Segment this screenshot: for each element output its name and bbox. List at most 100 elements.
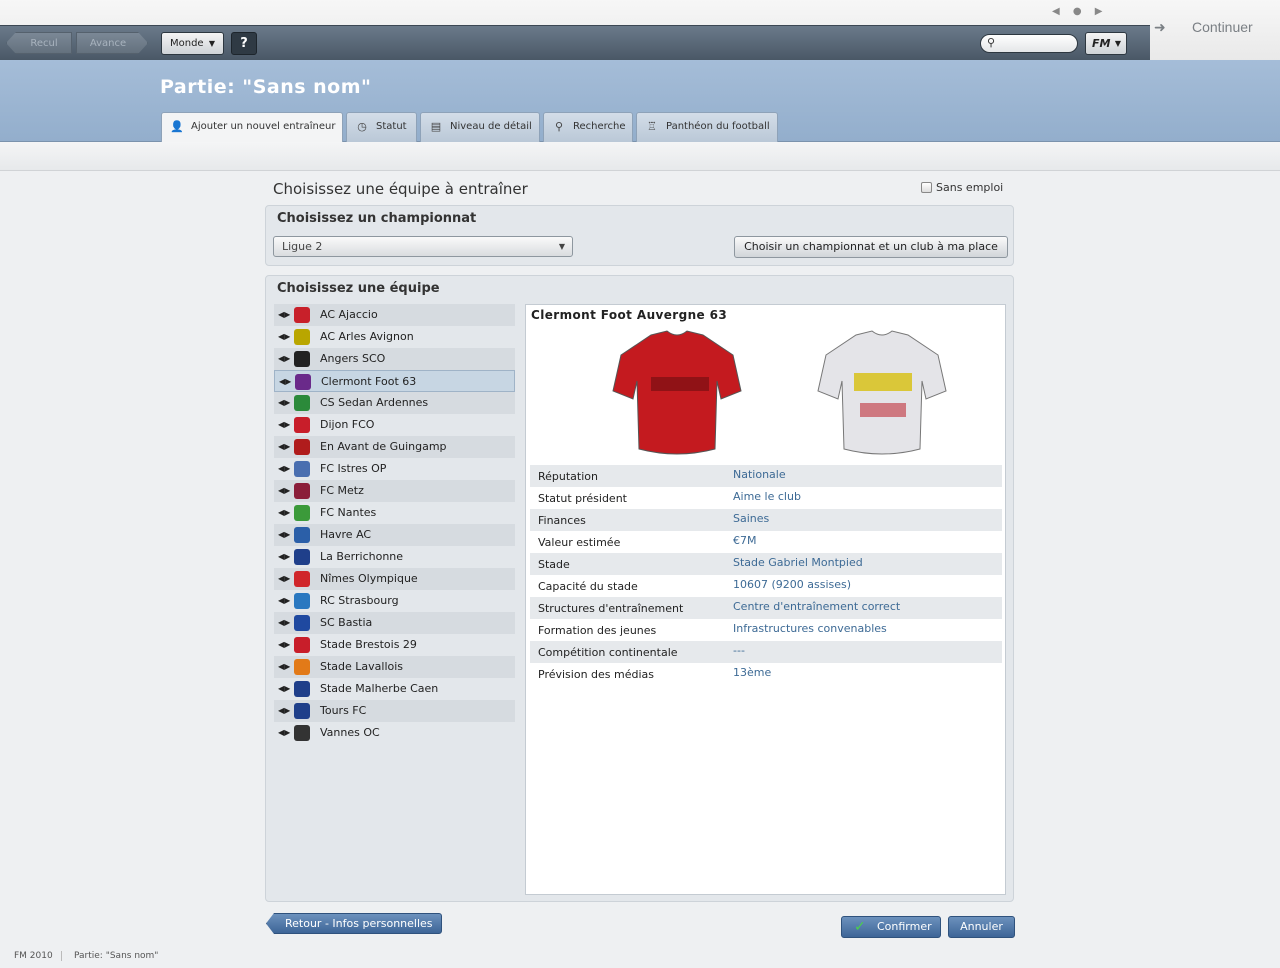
property-key: Compétition continentale [538,646,678,659]
property-value[interactable]: Saines [733,512,769,525]
chevron-down-icon: ▼ [558,242,565,251]
property-value[interactable]: Centre d'entraînement correct [733,600,900,613]
status-app: FM 2010 [14,951,62,961]
tab-status[interactable]: ◷ Statut [346,112,417,142]
tab-add-manager[interactable]: 👤 Ajouter un nouvel entraîneur [161,112,343,143]
expand-icon[interactable]: ◀▶ [278,414,290,436]
team-row[interactable]: ◀▶ Dijon FCO [274,414,515,436]
expand-icon[interactable]: ◀▶ [278,612,290,634]
fm-menu-button[interactable]: FM ▼ [1085,32,1127,55]
home-kit-image [612,330,742,455]
property-value[interactable]: Stade Gabriel Montpied [733,556,863,569]
team-row[interactable]: ◀▶ Stade Malherbe Caen [274,678,515,700]
club-crest-icon [294,725,310,741]
expand-icon[interactable]: ◀▶ [278,634,290,656]
property-value[interactable]: --- [733,644,745,657]
check-icon: ✓ [854,919,866,935]
team-name: Vannes OC [320,726,380,739]
property-value[interactable]: Nationale [733,468,786,481]
team-panel-title: Choisissez une équipe [277,281,440,296]
league-select[interactable]: Ligue 2 ▼ [273,236,573,257]
expand-icon[interactable]: ◀▶ [278,590,290,612]
team-row[interactable]: ◀▶ Stade Lavallois [274,656,515,678]
expand-icon[interactable]: ◀▶ [278,546,290,568]
back-personal-info-button[interactable]: Retour - Infos personnelles [266,913,442,934]
tab-hall-of-fame[interactable]: ♖ Panthéon du football [636,112,778,142]
back-button[interactable]: Recul [6,32,72,54]
expand-icon[interactable]: ◀▶ [278,392,290,414]
expand-icon[interactable]: ◀▶ [278,656,290,678]
team-row[interactable]: ◀▶ Stade Brestois 29 [274,634,515,656]
expand-icon[interactable]: ◀▶ [278,700,290,722]
world-menu-button[interactable]: Monde ▼ [161,32,224,55]
expand-icon[interactable]: ◀▶ [278,348,290,370]
club-crest-icon [294,549,310,565]
team-row[interactable]: ◀▶ FC Metz [274,480,515,502]
team-row[interactable]: ◀▶ AC Arles Avignon [274,326,515,348]
team-row[interactable]: ◀▶ Havre AC [274,524,515,546]
tab-search[interactable]: ⚲ Recherche [543,112,633,142]
expand-icon[interactable]: ◀▶ [278,436,290,458]
unemployed-checkbox[interactable]: Sans emploi [921,181,1003,194]
property-row: Structures d'entraînement Centre d'entraî… [530,597,1002,619]
property-key: Structures d'entraînement [538,602,684,615]
property-value[interactable]: 13ème [733,666,771,679]
club-crest-icon [294,703,310,719]
expand-icon[interactable]: ◀▶ [278,326,290,348]
team-panel: Choisissez une équipe ◀▶ AC Ajaccio ◀▶ AC A… [265,275,1014,902]
team-row[interactable]: ◀▶ SC Bastia [274,612,515,634]
unemployed-label: Sans emploi [936,181,1004,194]
property-row: Valeur estimée €7M [530,531,1002,553]
property-value[interactable]: 10607 (9200 assises) [733,578,851,591]
forward-button[interactable]: Avance [76,32,148,54]
team-name: Angers SCO [320,352,386,365]
random-choice-button[interactable]: Choisir un championnat et un club à ma p… [734,236,1008,258]
team-row[interactable]: ◀▶ FC Istres OP [274,458,515,480]
club-crest-icon [294,681,310,697]
expand-icon[interactable]: ◀▶ [278,524,290,546]
club-crest-icon [294,461,310,477]
club-name: Clermont Foot Auvergne 63 [531,308,728,322]
property-value[interactable]: Aime le club [733,490,801,503]
expand-icon[interactable]: ◀▶ [278,304,290,326]
search-input[interactable]: ⚲ [980,34,1078,53]
expand-icon[interactable]: ◀▶ [278,502,290,524]
team-row[interactable]: ◀▶ AC Ajaccio [274,304,515,326]
club-crest-icon [295,374,311,390]
history-arrows[interactable]: ◀ ● ▶ [1052,6,1107,17]
team-name: Stade Lavallois [320,660,404,673]
checkbox-box[interactable] [921,182,932,193]
confirm-button[interactable]: ✓ Confirmer [841,916,941,938]
team-row[interactable]: ◀▶ Angers SCO [274,348,515,370]
expand-icon[interactable]: ◀▶ [278,722,290,744]
expand-icon[interactable]: ◀▶ [278,568,290,590]
team-row[interactable]: ◀▶ Nîmes Olympique [274,568,515,590]
club-crest-icon [294,593,310,609]
tab-label: Ajouter un nouvel entraîneur [191,121,336,132]
property-row: Réputation Nationale [530,465,1002,487]
property-value[interactable]: €7M [733,534,757,547]
property-value[interactable]: Infrastructures convenables [733,622,887,635]
team-row[interactable]: ◀▶ RC Strasbourg [274,590,515,612]
property-key: Réputation [538,470,598,483]
team-row[interactable]: ◀▶ CS Sedan Ardennes [274,392,515,414]
expand-icon[interactable]: ◀▶ [278,678,290,700]
expand-icon[interactable]: ◀▶ [278,480,290,502]
expand-icon[interactable]: ◀▶ [278,458,290,480]
trophy-icon: ♖ [647,120,657,133]
club-crest-icon [294,351,310,367]
team-row[interactable]: ◀▶ FC Nantes [274,502,515,524]
club-crest-icon [294,417,310,433]
club-crest-icon [294,483,310,499]
team-row[interactable]: ◀▶ En Avant de Guingamp [274,436,515,458]
team-row[interactable]: ◀▶ La Berrichonne [274,546,515,568]
team-row[interactable]: ◀▶ Tours FC [274,700,515,722]
tab-detail-level[interactable]: ▤ Niveau de détail [420,112,540,142]
continue-button[interactable]: ➜ Continuer [1146,14,1280,60]
team-row[interactable]: ◀▶ Clermont Foot 63 [274,370,515,392]
help-button[interactable]: ? [231,32,257,55]
world-menu-label: Monde [170,38,204,49]
team-row[interactable]: ◀▶ Vannes OC [274,722,515,744]
expand-icon[interactable]: ◀▶ [279,371,291,393]
cancel-button[interactable]: Annuler [948,916,1015,938]
